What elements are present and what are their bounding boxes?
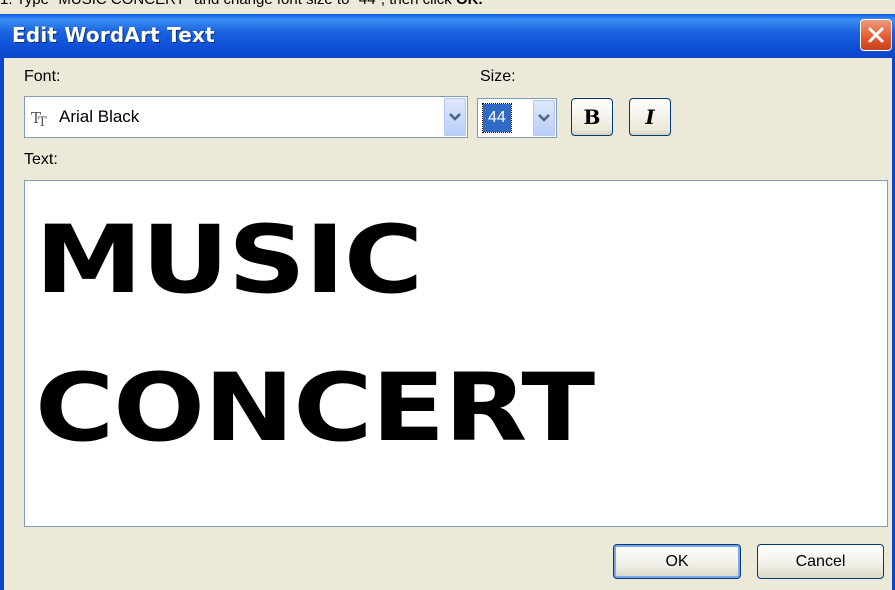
font-dropdown-button[interactable] [444,98,466,136]
edit-wordart-dialog: Edit WordArt Text Font: TT Arial Black S… [0,14,895,590]
chevron-down-icon [538,114,550,122]
text-label: Text: [24,151,58,168]
ok-label: OK [665,552,689,570]
instruction-bold: OK. [456,0,483,8]
cancel-label: Cancel [795,552,846,570]
bold-icon: B [583,105,601,129]
font-combobox[interactable]: TT Arial Black [24,96,468,138]
ok-button[interactable]: OK [613,544,741,579]
italic-icon: I [645,105,655,129]
text-line-2: CONCERT [35,354,595,463]
title-bar[interactable]: Edit WordArt Text [0,14,895,58]
bold-button[interactable]: B [571,98,613,136]
size-dropdown-button[interactable] [533,100,555,136]
window-frame-left [0,58,4,590]
truetype-icon: TT [31,109,47,130]
close-icon [868,27,884,43]
instruction-caption: 1. Type "MUSIC CONCERT" and change font … [0,0,895,8]
size-combobox[interactable]: 44 [477,98,557,138]
size-label: Size: [480,68,516,85]
close-button[interactable] [860,19,892,51]
wordart-text-input[interactable]: MUSIC CONCERT [24,180,888,527]
cancel-button[interactable]: Cancel [757,544,884,579]
dialog-title: Edit WordArt Text [12,23,215,47]
font-label: Font: [24,68,61,85]
chevron-down-icon [449,113,461,121]
instruction-text: 1. Type "MUSIC CONCERT" and change font … [0,0,456,8]
font-value: Arial Black [59,107,140,126]
text-line-1: MUSIC [35,206,423,315]
italic-button[interactable]: I [629,98,671,136]
size-value: 44 [482,103,512,133]
